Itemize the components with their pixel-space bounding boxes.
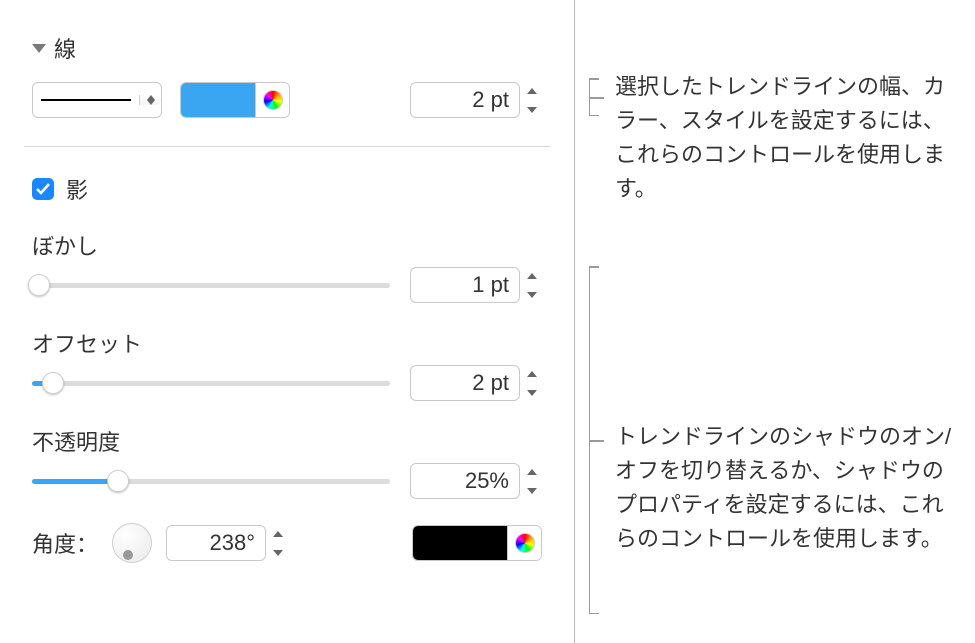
inspector-panel: 線 2 pt <box>0 0 575 643</box>
shadow-color-picker-button[interactable] <box>507 526 541 560</box>
chevron-up-icon[interactable] <box>522 82 542 99</box>
chevron-up-icon[interactable] <box>522 365 542 382</box>
opacity-label: 不透明度 <box>32 425 542 457</box>
chevron-up-icon[interactable] <box>522 463 542 480</box>
blur-stepper[interactable] <box>522 267 542 303</box>
popup-stepper-icon <box>139 95 161 105</box>
shadow-color-swatch[interactable] <box>413 526 507 560</box>
angle-field[interactable]: 238° <box>166 525 266 561</box>
opacity-slider[interactable] <box>32 468 390 494</box>
offset-slider[interactable] <box>32 370 390 396</box>
chevron-down-icon[interactable] <box>268 544 288 561</box>
offset-label: オフセット <box>32 327 542 359</box>
stroke-section-title: 線 <box>54 32 76 64</box>
chevron-down-icon[interactable] <box>522 482 542 499</box>
offset-stepper[interactable] <box>522 365 542 401</box>
shadow-checkbox-row[interactable]: 影 <box>32 173 542 205</box>
offset-field[interactable]: 2 pt <box>410 365 520 401</box>
color-wheel-icon <box>263 90 283 110</box>
chevron-down-icon[interactable] <box>522 286 542 303</box>
opacity-stepper[interactable] <box>522 463 542 499</box>
angle-indicator-icon <box>123 550 133 560</box>
disclosure-icon <box>32 44 46 53</box>
blur-value: 1 pt <box>472 272 509 298</box>
line-style-popup[interactable] <box>32 82 162 118</box>
opacity-field[interactable]: 25% <box>410 463 520 499</box>
line-style-sample-icon <box>41 99 131 101</box>
chevron-up-icon[interactable] <box>268 525 288 542</box>
angle-stepper[interactable] <box>268 525 288 561</box>
annotation-column: 選択したトレンドラインの幅、カラー、スタイルを設定するには、これらのコントロール… <box>575 0 975 643</box>
shadow-checkbox[interactable] <box>32 178 54 200</box>
stroke-color-swatch[interactable] <box>181 83 255 117</box>
shadow-checkbox-label: 影 <box>66 173 88 205</box>
opacity-value: 25% <box>465 468 509 494</box>
blur-field[interactable]: 1 pt <box>410 267 520 303</box>
chevron-down-icon[interactable] <box>522 101 542 118</box>
offset-value: 2 pt <box>472 370 509 396</box>
offset-group: オフセット 2 pt <box>32 327 542 401</box>
angle-dial[interactable] <box>112 523 152 563</box>
color-picker-button[interactable] <box>255 83 289 117</box>
blur-group: ぼかし 1 pt <box>32 229 542 303</box>
stroke-controls-row: 2 pt <box>32 82 542 118</box>
opacity-group: 不透明度 25% <box>32 425 542 499</box>
stroke-width-field[interactable]: 2 pt <box>410 82 520 118</box>
angle-label: 角度： <box>32 527 98 559</box>
chevron-down-icon[interactable] <box>522 384 542 401</box>
check-icon <box>36 183 50 195</box>
stroke-section-header[interactable]: 線 <box>32 32 542 64</box>
stroke-width-value: 2 pt <box>472 87 509 113</box>
blur-slider[interactable] <box>32 272 390 298</box>
color-wheel-icon <box>515 533 535 553</box>
stroke-width-stepper[interactable] <box>522 82 542 118</box>
angle-row: 角度： 238° <box>32 523 542 563</box>
angle-value: 238° <box>210 530 256 556</box>
callout-stroke: 選択したトレンドラインの幅、カラー、スタイルを設定するには、これらのコントロール… <box>615 70 955 206</box>
stroke-color-well[interactable] <box>180 82 290 118</box>
shadow-color-well[interactable] <box>412 525 542 561</box>
chevron-up-icon[interactable] <box>522 267 542 284</box>
callout-shadow: トレンドラインのシャドウのオン/オフを切り替えるか、シャドウのプロパティを設定す… <box>615 420 955 556</box>
blur-label: ぼかし <box>32 229 542 261</box>
divider <box>24 146 550 147</box>
